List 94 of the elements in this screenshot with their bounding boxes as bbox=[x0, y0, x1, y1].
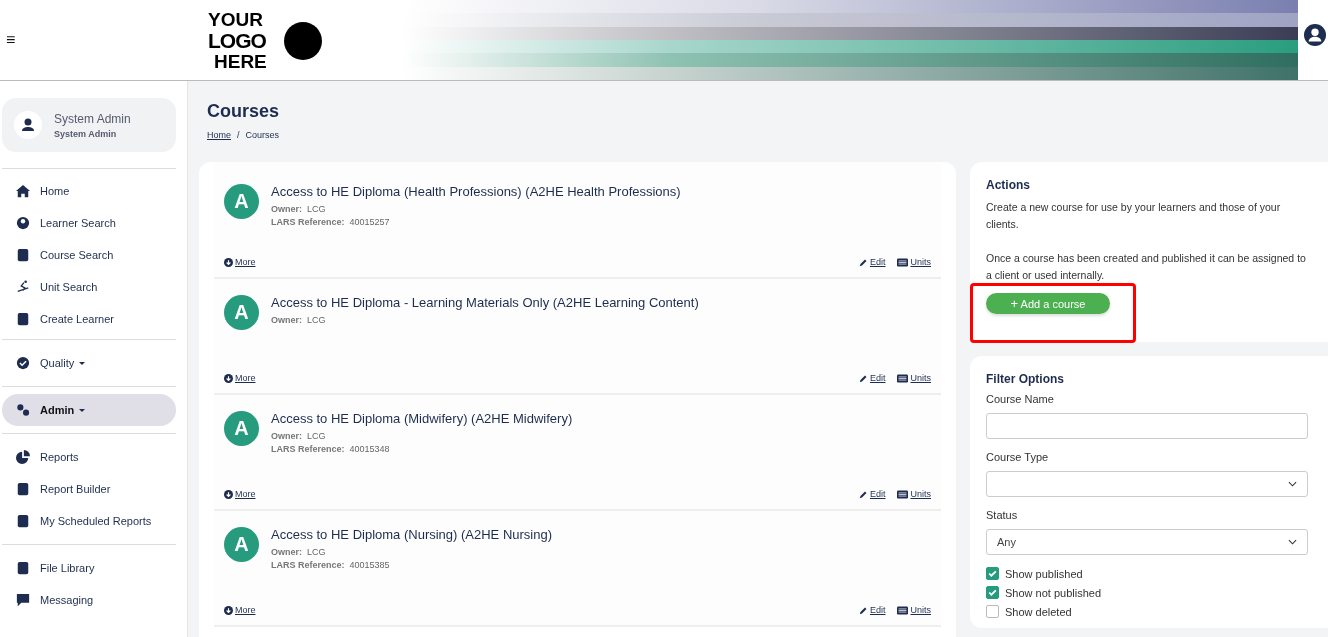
sidebar-item[interactable]: Report Builder bbox=[2, 473, 176, 505]
field-value: LCG bbox=[307, 315, 326, 325]
user-name: System Admin bbox=[54, 111, 131, 126]
pencil-icon bbox=[858, 257, 868, 267]
chevron-down-icon bbox=[1288, 481, 1297, 487]
pencil-icon bbox=[858, 605, 868, 615]
checkbox-label: Show published bbox=[1005, 567, 1083, 580]
units-link[interactable]: Units bbox=[897, 257, 931, 267]
edit-link[interactable]: Edit bbox=[858, 489, 886, 499]
sidebar-item[interactable]: Home bbox=[2, 175, 176, 207]
sidebar-item[interactable]: Reports bbox=[2, 441, 176, 473]
select-field[interactable]: Any bbox=[986, 529, 1308, 555]
home-icon bbox=[16, 184, 30, 198]
field-value: LCG bbox=[307, 547, 326, 557]
checkbox[interactable] bbox=[986, 586, 999, 599]
down-arrow-circle-icon bbox=[224, 489, 233, 499]
more-link[interactable]: More bbox=[224, 489, 256, 499]
field-label: LARS Reference: bbox=[271, 560, 345, 570]
units-link[interactable]: Units bbox=[897, 373, 931, 383]
list-icon bbox=[897, 257, 909, 267]
field-label: LARS Reference: bbox=[271, 444, 345, 454]
sidebar-item[interactable]: Quality bbox=[2, 347, 176, 379]
down-arrow-circle-icon bbox=[224, 605, 233, 615]
user-role: System Admin bbox=[54, 128, 118, 139]
down-arrow-circle-icon bbox=[224, 373, 233, 383]
checkbox[interactable] bbox=[986, 605, 999, 618]
sidebar-item[interactable]: Admin bbox=[2, 394, 176, 426]
sidebar-item[interactable]: Course Search bbox=[2, 239, 176, 271]
breadcrumb-current: Courses bbox=[245, 130, 280, 140]
course-avatar: A bbox=[224, 184, 259, 219]
more-link[interactable]: More bbox=[224, 605, 256, 615]
field-label: Owner: bbox=[271, 315, 302, 325]
pencil-icon bbox=[858, 373, 868, 383]
sidebar-item[interactable]: File Library bbox=[2, 552, 176, 584]
card-title: Actions bbox=[986, 178, 1031, 192]
caret-icon bbox=[79, 408, 86, 412]
more-link[interactable]: More bbox=[224, 373, 256, 383]
field-value: 40015385 bbox=[349, 560, 390, 570]
units-link[interactable]: Units bbox=[897, 605, 931, 615]
field-value: LCG bbox=[307, 204, 326, 214]
check-circle-icon bbox=[16, 356, 30, 370]
sidebar-item[interactable]: Create Learner bbox=[2, 303, 176, 335]
field-label: Owner: bbox=[271, 547, 302, 557]
checkbox-label: Show deleted bbox=[1005, 605, 1072, 618]
sidebar-item[interactable]: Messaging bbox=[2, 584, 176, 616]
user-circle-icon bbox=[16, 216, 30, 230]
speech-bubble-icon bbox=[16, 593, 30, 607]
caret-icon bbox=[79, 361, 86, 365]
more-link[interactable]: More bbox=[224, 257, 256, 267]
field-label: Course Type bbox=[986, 451, 1050, 463]
input-field[interactable] bbox=[986, 413, 1308, 439]
course-avatar: A bbox=[224, 527, 259, 562]
edit-link[interactable]: Edit bbox=[858, 257, 886, 267]
user-icon[interactable] bbox=[1304, 24, 1326, 46]
checkbox-label: Show not published bbox=[1005, 586, 1101, 599]
list-icon bbox=[897, 489, 909, 499]
card-title: Filter Options bbox=[986, 372, 1065, 386]
field-label: LARS Reference: bbox=[271, 217, 345, 227]
field-label: Status bbox=[986, 509, 1019, 521]
edit-link[interactable]: Edit bbox=[858, 373, 886, 383]
breadcrumb-separator: / bbox=[237, 130, 240, 140]
chevron-down-icon bbox=[1288, 539, 1297, 545]
down-arrow-circle-icon bbox=[224, 257, 233, 267]
sidebar-item[interactable]: Unit Search bbox=[2, 271, 176, 303]
course-title: Access to HE Diploma (Nursing) (A2HE Nursing) bbox=[271, 527, 553, 542]
menu-icon[interactable]: ≡ bbox=[6, 31, 20, 49]
description-text: Once a course has been created and published it can be assigned to a client or used internally. bbox=[986, 251, 1307, 283]
sidebar-item[interactable]: My Scheduled Reports bbox=[2, 505, 176, 537]
user-avatar-icon bbox=[14, 111, 42, 139]
skier-icon bbox=[16, 280, 30, 294]
course-title: Access to HE Diploma (Midwifery) (A2HE Midwifery) bbox=[271, 411, 573, 426]
units-link[interactable]: Units bbox=[897, 489, 931, 499]
logo: YOUR LOGO HERE bbox=[204, 2, 322, 78]
sidebar-item[interactable]: Learner Search bbox=[2, 207, 176, 239]
field-value: LCG bbox=[307, 431, 326, 441]
field-label: Owner: bbox=[271, 204, 302, 214]
description-text: Create a new course for use by your learners and those of your clients. bbox=[986, 200, 1282, 232]
list-icon bbox=[897, 373, 909, 383]
course-title: Access to HE Diploma - Learning Materials Only (A2HE Learning Content) bbox=[271, 295, 699, 310]
field-label: Course Name bbox=[986, 393, 1055, 405]
field-label: Owner: bbox=[271, 431, 302, 441]
list-icon bbox=[897, 605, 909, 615]
course-avatar: A bbox=[224, 411, 259, 446]
course-title: Access to HE Diploma (Health Professions) (A2HE Health Professions) bbox=[271, 184, 681, 199]
field-value: 40015257 bbox=[349, 217, 390, 227]
select-field[interactable] bbox=[986, 471, 1308, 497]
edit-link[interactable]: Edit bbox=[858, 605, 886, 615]
course-avatar: A bbox=[224, 295, 259, 330]
pie-chart-icon bbox=[16, 450, 30, 464]
field-value: 40015348 bbox=[349, 444, 390, 454]
breadcrumb-link[interactable]: Home bbox=[207, 130, 231, 140]
checkbox[interactable] bbox=[986, 567, 999, 580]
pencil-icon bbox=[858, 489, 868, 499]
page-title: Courses bbox=[207, 101, 281, 122]
